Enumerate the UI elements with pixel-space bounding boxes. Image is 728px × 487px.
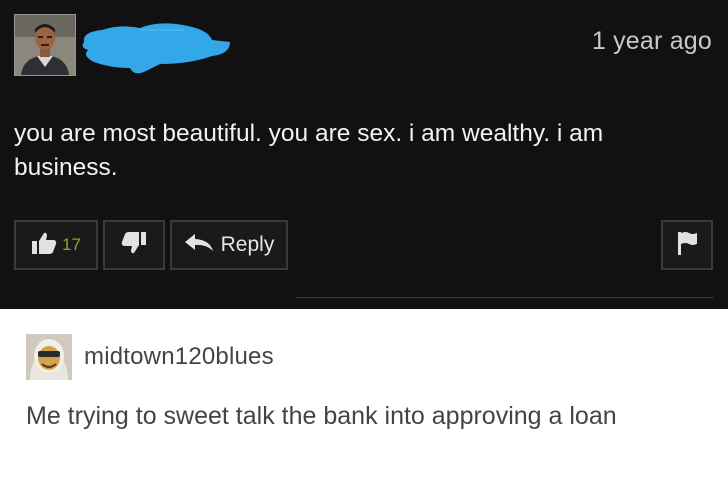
thumbs-down-icon: [121, 231, 147, 260]
commenter-photo: [15, 15, 75, 75]
dislike-button[interactable]: [103, 220, 165, 270]
redacted-username: [82, 23, 231, 74]
comment-body: you are most beautiful. you are sex. i a…: [14, 120, 604, 181]
comment-panel: 1 year ago you are most beautiful. you a…: [0, 0, 728, 309]
flag-button[interactable]: [661, 220, 713, 270]
reply-label: Reply: [220, 233, 275, 256]
comment-timestamp: 1 year ago: [591, 27, 712, 55]
poster-photo: [26, 334, 72, 380]
like-button[interactable]: 17: [14, 220, 98, 270]
reply-button[interactable]: Reply: [170, 220, 288, 270]
thumbs-up-icon: [31, 231, 57, 260]
like-count: 17: [62, 235, 81, 254]
divider: [296, 297, 714, 298]
post-caption: Me trying to sweet talk the bank into ap…: [26, 402, 617, 430]
commenter-avatar[interactable]: [14, 14, 76, 76]
poster-avatar[interactable]: [26, 334, 72, 380]
flag-icon: [676, 230, 698, 261]
poster-username[interactable]: midtown120blues: [84, 343, 274, 371]
reply-arrow-icon: [184, 233, 214, 258]
